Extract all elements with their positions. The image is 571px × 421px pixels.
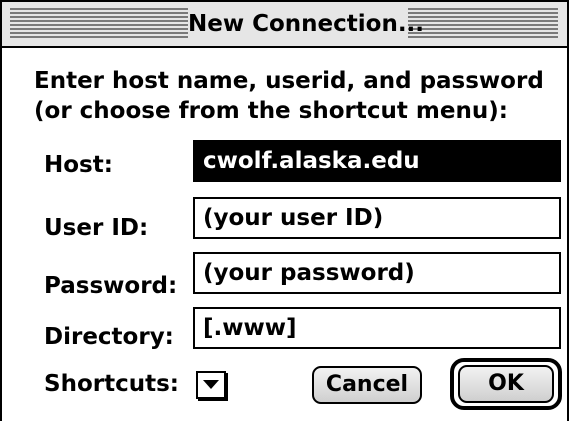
instruction-text: Enter host name, userid, and password (o… [34,68,544,124]
directory-label: Directory: [44,324,174,350]
title-bar[interactable]: New Connection... [2,2,567,48]
host-field[interactable] [193,140,561,182]
userid-input[interactable] [195,199,559,237]
dialog-title: New Connection... [188,2,424,46]
password-input[interactable] [195,254,559,292]
shortcuts-label: Shortcuts: [44,371,179,397]
title-bar-stripes-right [408,8,558,38]
password-field[interactable] [193,252,561,294]
directory-input[interactable] [195,309,559,347]
title-bar-stripes-left [10,8,188,38]
directory-field[interactable] [193,307,561,349]
ok-button[interactable]: OK [458,365,554,403]
password-label: Password: [44,273,178,299]
userid-field[interactable] [193,197,561,239]
triangle-down-icon [203,380,219,389]
cancel-button[interactable]: Cancel [312,366,422,404]
shortcuts-popup-button[interactable] [196,371,226,399]
host-label: Host: [44,152,113,178]
userid-label: User ID: [44,215,149,241]
host-input[interactable] [195,142,559,180]
new-connection-dialog: New Connection... Enter host name, useri… [0,0,569,421]
